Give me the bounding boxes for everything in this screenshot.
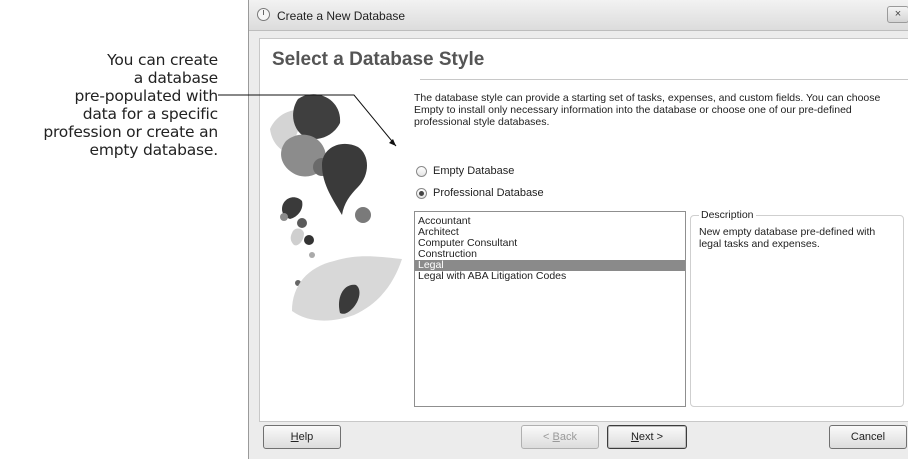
- description-label: Description: [699, 209, 756, 221]
- annotation-line: You can create: [107, 51, 218, 69]
- next-button[interactable]: Next >: [607, 425, 687, 449]
- close-button[interactable]: ×: [887, 6, 908, 23]
- app-icon: [257, 8, 270, 21]
- cancel-button[interactable]: Cancel: [829, 425, 907, 449]
- annotation-line: pre-populated with: [74, 87, 219, 105]
- next-label: ext >: [638, 431, 664, 443]
- art-dot: [355, 207, 371, 223]
- back-button[interactable]: < Back: [521, 425, 599, 449]
- help-mnemonic: H: [290, 431, 299, 443]
- help-label: elp: [298, 431, 314, 443]
- page-title: Select a Database Style: [272, 49, 485, 70]
- professional-database-radio[interactable]: [416, 187, 427, 199]
- empty-database-radio[interactable]: [416, 165, 427, 177]
- professional-database-label: Professional Database: [433, 187, 544, 199]
- annotation-line: a database: [133, 69, 218, 87]
- next-mnemonic: N: [630, 431, 639, 443]
- window-title: Create a New Database: [277, 9, 406, 23]
- description-text: New empty database pre-defined with lega…: [699, 226, 876, 250]
- art-leaf: [322, 143, 367, 215]
- create-database-dialog: Create a New Database × Select a Databas…: [248, 0, 908, 459]
- art-dot: [309, 252, 315, 258]
- art-dot: [297, 218, 307, 228]
- art-leaf: [293, 94, 341, 139]
- back-mnemonic: B: [552, 431, 560, 443]
- professional-database-option[interactable]: Professional Database: [416, 187, 544, 199]
- help-button[interactable]: Help: [263, 425, 341, 449]
- art-leaf: [290, 228, 304, 246]
- annotation-line: empty database.: [89, 141, 219, 159]
- intro-text: The database style can provide a startin…: [414, 92, 881, 128]
- description-group: Description New empty database pre-defin…: [690, 209, 904, 407]
- empty-database-label: Empty Database: [433, 165, 515, 177]
- list-item[interactable]: Construction: [415, 249, 685, 260]
- art-dot: [280, 213, 288, 221]
- title-bar: Create a New Database ×: [249, 0, 908, 31]
- list-item[interactable]: Legal with ABA Litigation Codes: [415, 271, 685, 282]
- back-label: ack: [559, 431, 577, 443]
- annotation-callout: You can create a database pre-populated …: [0, 51, 218, 159]
- profession-list[interactable]: Accountant Architect Computer Consultant…: [414, 211, 686, 407]
- back-prefix: <: [543, 431, 553, 443]
- decorative-artwork: [270, 94, 402, 321]
- empty-database-option[interactable]: Empty Database: [416, 165, 514, 177]
- art-dot: [304, 235, 314, 245]
- wizard-page: Select a Database Style The database sty…: [259, 38, 908, 422]
- annotation-line: profession or create an: [43, 123, 218, 141]
- heading-divider: [420, 79, 908, 80]
- annotation-line: data for a specific: [82, 105, 218, 123]
